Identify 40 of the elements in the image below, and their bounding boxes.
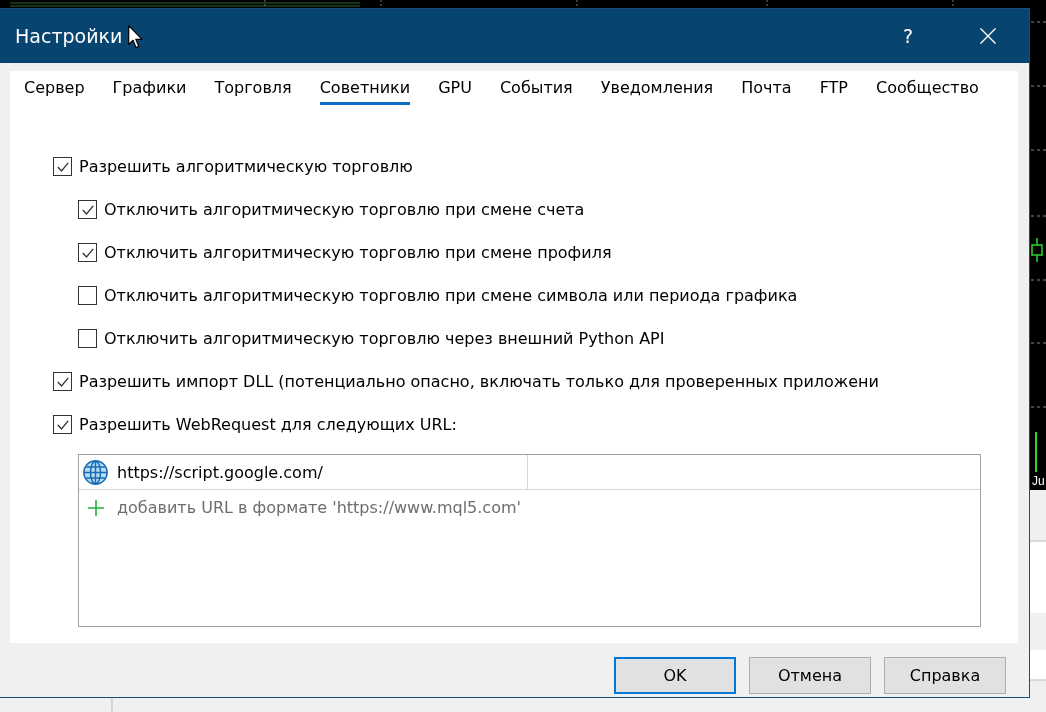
checkmark-icon	[56, 161, 69, 172]
tab[interactable]: События	[499, 71, 573, 105]
tab[interactable]: Сообщество	[876, 71, 979, 105]
checkbox[interactable]	[53, 415, 72, 434]
help-button[interactable]: ?	[885, 16, 931, 56]
checkmark-icon	[81, 247, 94, 258]
tab[interactable]: FTP	[819, 71, 848, 105]
checkbox[interactable]	[78, 200, 97, 219]
tab[interactable]: GPU	[438, 71, 472, 105]
add-url-field[interactable]: добавить URL в формате 'https://www.mql5.com'	[117, 496, 637, 519]
checkbox[interactable]	[53, 157, 72, 176]
close-icon	[980, 28, 996, 44]
option-label[interactable]: Разрешить импорт DLL (потенциально опасно, включать только для проверенных приложени	[79, 372, 879, 391]
checkmark-icon	[56, 376, 69, 387]
checkbox[interactable]	[78, 329, 97, 348]
dialog-button[interactable]: Отмена	[749, 657, 871, 694]
option-label[interactable]: Отключить алгоритмическую торговлю через внешний Python API	[104, 329, 665, 348]
mouse-pointer-icon	[128, 25, 144, 49]
tab[interactable]: Торговля	[214, 71, 292, 105]
option-label[interactable]: Отключить алгоритмическую торговлю при смене счета	[104, 200, 585, 219]
option-label[interactable]: Разрешить WebRequest для следующих URL:	[79, 415, 457, 434]
checkmark-icon	[56, 419, 69, 430]
dialog-button[interactable]: Справка	[884, 657, 1006, 694]
tab[interactable]: Уведомления	[600, 71, 714, 105]
option-label[interactable]: Отключить алгоритмическую торговлю при смене символа или периода графика	[104, 286, 798, 305]
axis-label: Ju	[1032, 474, 1045, 488]
checkbox[interactable]	[78, 243, 97, 262]
window-title: Настройки	[15, 25, 123, 47]
checkmark-icon	[81, 204, 94, 215]
option-label[interactable]: Разрешить алгоритмическую торговлю	[79, 157, 413, 176]
option-label[interactable]: Отключить алгоритмическую торговлю при смене профиля	[104, 243, 612, 262]
globe-icon	[83, 459, 108, 485]
tab[interactable]: Почта	[741, 71, 792, 105]
url-text[interactable]: https://script.google.com/	[117, 462, 323, 482]
dialog-button[interactable]: OK	[614, 657, 736, 694]
checkbox[interactable]	[78, 286, 97, 305]
checkbox[interactable]	[53, 372, 72, 391]
tab[interactable]: Советники	[319, 71, 411, 105]
tab[interactable]: Сервер	[24, 71, 85, 105]
tab[interactable]: Графики	[112, 71, 187, 105]
